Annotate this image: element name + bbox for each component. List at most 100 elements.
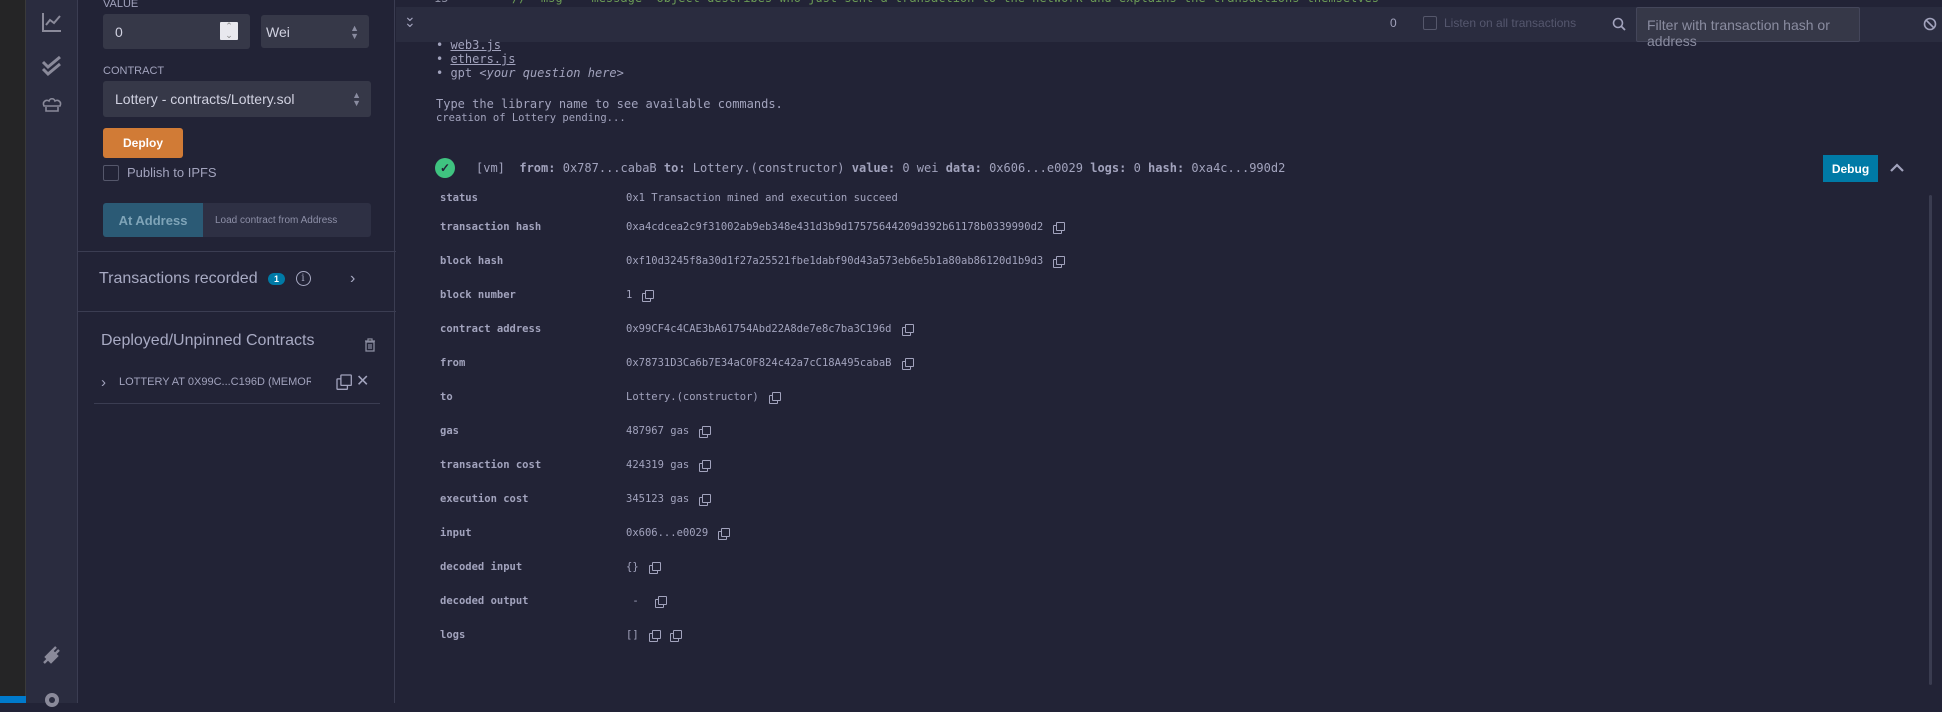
tx-hash: 0xa4c...990d2 (1191, 161, 1286, 175)
detail-row: block hash 0xf10d3245f8a30d1f27a25521fbe1… (440, 253, 1066, 269)
chevron-up-icon[interactable] (1889, 161, 1905, 173)
detail-row: input 0x606...e0029 (440, 525, 731, 541)
detail-row: logs [] (440, 627, 682, 643)
detail-key: transaction cost (440, 459, 542, 471)
trash-icon[interactable] (364, 338, 376, 352)
double-check-icon[interactable] (40, 54, 64, 78)
copy-icon[interactable] (901, 323, 914, 336)
contract-select-value: Lottery - contracts/Lottery.sol (115, 91, 295, 107)
detail-row: transaction hash 0xa4cdcea2c9f31002ab9eb3… (440, 219, 1066, 235)
copy-icon[interactable] (1053, 221, 1066, 234)
divider (78, 311, 396, 312)
copy-icon[interactable] (336, 374, 352, 390)
copy-icon[interactable] (699, 425, 712, 438)
detail-key: decoded output (440, 595, 529, 607)
copy-icon[interactable] (648, 629, 661, 642)
tx-from-label: from: (519, 161, 556, 175)
copy-icon[interactable] (699, 493, 712, 506)
debug-button[interactable]: Debug (1823, 155, 1878, 182)
tx-data-label: data: (945, 161, 982, 175)
value-stepper[interactable]: ⌃ ⌄ (220, 22, 238, 40)
detail-key: block number (440, 289, 516, 301)
clear-console-icon[interactable] (1923, 17, 1937, 31)
select-arrows-icon: ▲ ▼ (350, 22, 359, 41)
search-icon[interactable] (1612, 17, 1626, 31)
gear-icon[interactable] (40, 688, 64, 712)
deployed-contract-item[interactable]: LOTTERY AT 0X99C...C196D (MEMOR (119, 376, 311, 388)
tx-to-label: to: (663, 161, 686, 175)
info-icon[interactable]: i (295, 271, 311, 287)
activity-strip (0, 0, 26, 703)
value-label: VALUE (103, 0, 139, 10)
copy-icon[interactable] (642, 289, 655, 302)
select-arrows-icon: ▲ ▼ (352, 90, 361, 108)
unit-select-value: Wei (266, 23, 290, 40)
close-icon[interactable]: ✕ (356, 371, 369, 391)
ethers-link[interactable]: ethers.js (450, 52, 515, 66)
deployed-contracts-label: Deployed/Unpinned Contracts (101, 332, 315, 349)
chevron-right-icon[interactable]: › (350, 270, 355, 288)
copy-icon[interactable] (654, 595, 667, 608)
plug-icon[interactable] (40, 642, 64, 666)
copy-icon[interactable] (669, 629, 682, 642)
web3-link[interactable]: web3.js (450, 38, 501, 52)
double-chevron-icon: ⌄ (404, 8, 416, 24)
detail-row: to Lottery.(constructor) (440, 389, 781, 405)
detail-row: gas 487967 gas (440, 423, 712, 439)
chef-hat-icon[interactable] (40, 93, 64, 117)
detail-row: from 0x78731D3Ca6b7E34aC0F824c42a7cC18A49… (440, 355, 914, 371)
detail-key: execution cost (440, 493, 529, 505)
deploy-button[interactable]: Deploy (103, 128, 183, 158)
transaction-filter-input[interactable]: Filter with transaction hash or address (1636, 7, 1860, 49)
tx-vm: [vm] (476, 161, 505, 175)
status-indicator (0, 696, 26, 703)
copy-icon[interactable] (718, 527, 731, 540)
detail-value: [] (626, 629, 639, 641)
tx-from: 0x787...cabaB (562, 161, 657, 175)
tx-logs-label: logs: (1090, 161, 1127, 175)
lib-web3: • web3.js (436, 38, 502, 52)
tx-hash-label: hash: (1148, 161, 1185, 175)
publish-ipfs-checkbox[interactable] (103, 165, 119, 181)
detail-value: 487967 gas (626, 425, 690, 437)
unit-select[interactable]: Wei ▲ ▼ (261, 15, 369, 48)
terminal-toolbar: ⌄ ⌄ 0 Listen on all transactions Filter … (396, 7, 1942, 49)
contract-label: CONTRACT (103, 65, 165, 77)
transaction-summary[interactable]: [vm] from: 0x787...cabaB to: Lottery.(co… (476, 161, 1285, 175)
detail-row: transaction cost 424319 gas (440, 457, 712, 473)
gpt-command: gpt (450, 66, 473, 80)
analytics-icon[interactable] (40, 10, 64, 34)
detail-row: decoded output - (440, 593, 667, 609)
copy-icon[interactable] (699, 459, 712, 472)
detail-key: from (440, 357, 466, 369)
chevron-right-icon[interactable]: › (101, 374, 106, 391)
success-check-icon: ✓ (435, 158, 455, 178)
detail-row: status 0x1 Transaction mined and executio… (440, 190, 898, 206)
publish-ipfs-label: Publish to IPFS (127, 165, 217, 180)
detail-key: to (440, 391, 453, 403)
copy-icon[interactable] (1053, 255, 1066, 268)
detail-value: 0xa4cdcea2c9f31002ab9eb348e431d3b9d17575… (626, 221, 1044, 233)
contract-select[interactable]: Lottery - contracts/Lottery.sol ▲ ▼ (103, 81, 371, 117)
detail-value: 1 (626, 289, 633, 301)
copy-icon[interactable] (768, 391, 781, 404)
copy-icon[interactable] (648, 561, 661, 574)
transactions-recorded-header[interactable]: Transactions recorded 1 i (99, 270, 311, 288)
detail-key: logs (440, 629, 466, 641)
detail-key: transaction hash (440, 221, 542, 233)
detail-value: {} (626, 561, 639, 573)
copy-icon[interactable] (901, 357, 914, 370)
detail-row: decoded input {} (440, 559, 661, 575)
tx-logs: 0 (1133, 161, 1141, 175)
load-address-input[interactable]: Load contract from Address (203, 203, 371, 237)
pending-message: creation of Lottery pending... (436, 112, 626, 124)
tx-value-label: value: (851, 161, 896, 175)
gpt-hint: <your question here> (479, 66, 624, 80)
value-input[interactable]: 0 ⌃ ⌄ (103, 14, 250, 49)
at-address-button[interactable]: At Address (103, 203, 203, 237)
scrollbar[interactable] (1929, 195, 1932, 685)
detail-key: block hash (440, 255, 504, 267)
tx-to: Lottery.(constructor) (692, 161, 845, 175)
detail-value: Lottery.(constructor) (626, 391, 759, 403)
listen-checkbox[interactable] (1423, 16, 1437, 30)
